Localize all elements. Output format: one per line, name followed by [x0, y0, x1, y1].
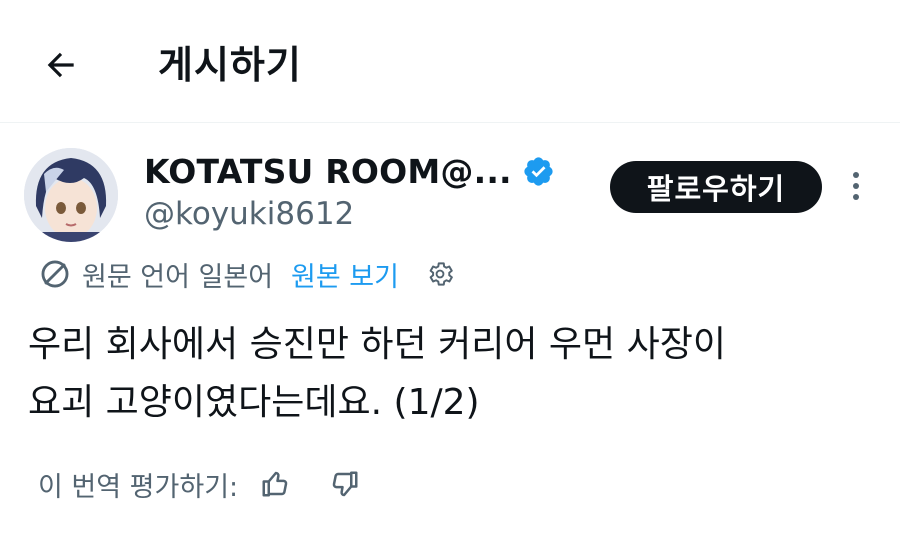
more-vertical-icon: [853, 172, 859, 200]
top-bar: 게시하기: [0, 0, 900, 124]
author-handle[interactable]: @koyuki8612: [144, 192, 354, 236]
thumbs-up-button[interactable]: [258, 467, 292, 501]
page-title: 게시하기: [158, 43, 302, 87]
author-name-row: KOTATSU ROOM@...: [144, 148, 555, 194]
view-original-link[interactable]: 원본 보기: [291, 255, 399, 294]
tweet-text-line-2: 요괴 고양이였다는데요. (1/2): [28, 382, 480, 423]
thumbs-down-icon: [332, 471, 358, 497]
header-divider: [0, 122, 900, 123]
rate-translation-row: 이 번역 평가하기:: [38, 462, 362, 506]
back-button[interactable]: [36, 40, 86, 90]
arrow-left-icon: [47, 52, 74, 78]
translation-settings-button[interactable]: [425, 258, 457, 290]
source-language-text: 원문 언어 일본어: [82, 261, 274, 293]
translation-notice: 원문 언어 일본어 원본 보기: [38, 252, 457, 296]
tweet-text: 우리 회사에서 승진만 하던 커리어 우먼 사장이 요괴 고양이였다는데요. (…: [28, 316, 878, 432]
follow-button[interactable]: 팔로우하기: [610, 161, 822, 213]
rate-translation-label: 이 번역 평가하기:: [38, 471, 239, 503]
avatar[interactable]: [24, 148, 118, 242]
gear-icon: [429, 262, 453, 286]
thumbs-up-icon: [262, 471, 288, 497]
translate-icon: [41, 260, 69, 288]
tweet-text-line-1: 우리 회사에서 승진만 하던 커리어 우먼 사장이: [28, 324, 726, 365]
more-options-button[interactable]: [838, 168, 874, 204]
verified-badge-icon: [524, 156, 553, 186]
author-display-name[interactable]: KOTATSU ROOM@...: [144, 152, 512, 191]
thumbs-down-button[interactable]: [328, 467, 362, 501]
